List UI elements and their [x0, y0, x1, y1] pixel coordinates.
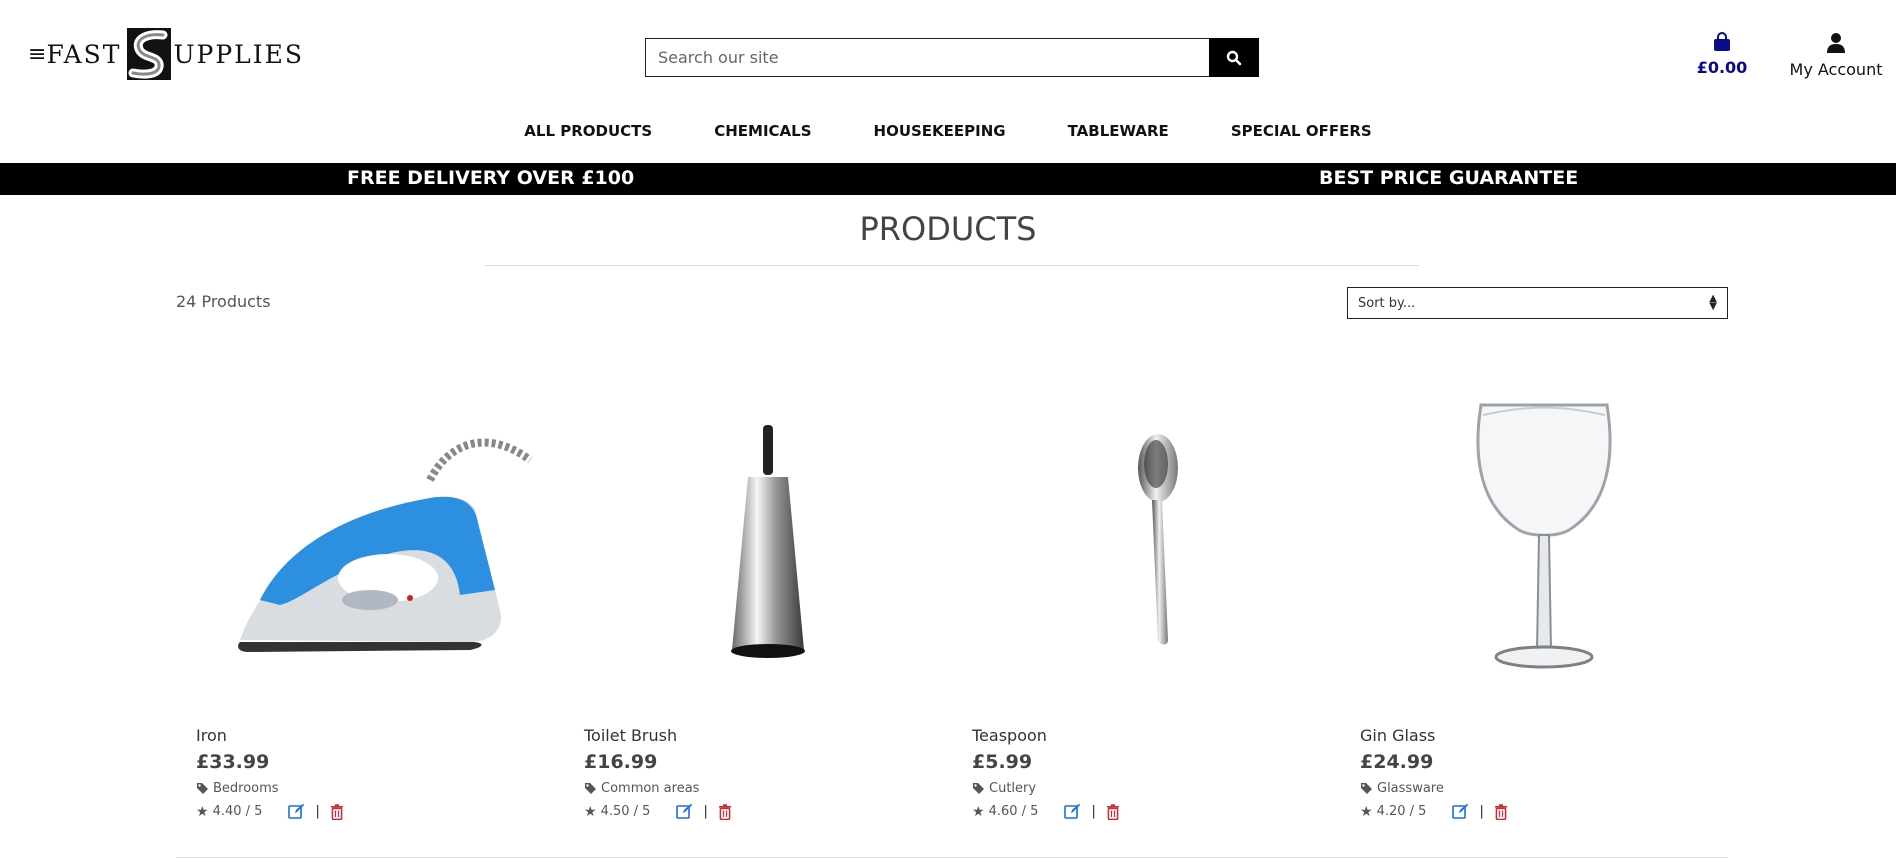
product-meta: ★ 4.60 / 5 | [972, 803, 1340, 820]
speed-lines-icon: ≡ [28, 41, 46, 67]
product-image-teaspoon[interactable] [972, 380, 1340, 700]
promo-price-guarantee: BEST PRICE GUARANTEE [1319, 167, 1579, 189]
tag-icon [1361, 783, 1372, 794]
cart-button[interactable]: £0.00 [1695, 32, 1749, 77]
product-card[interactable]: Toilet Brush £16.99 Common areas ★ 4.50 … [564, 380, 952, 820]
tag-icon [973, 783, 984, 794]
star-icon: ★ [196, 803, 209, 820]
nav-housekeeping[interactable]: HOUSEKEEPING [843, 122, 1037, 140]
star-icon: ★ [972, 803, 985, 820]
product-name[interactable]: Teaspoon [972, 726, 1340, 745]
product-rating: 4.60 / 5 [988, 804, 1039, 819]
product-price: £33.99 [196, 751, 270, 773]
search-input[interactable] [645, 38, 1209, 77]
cart-total: £0.00 [1696, 58, 1748, 77]
nav-chemicals[interactable]: CHEMICALS [683, 122, 842, 140]
product-meta: ★ 4.20 / 5 | [1360, 803, 1728, 820]
nav-tableware[interactable]: TABLEWARE [1037, 122, 1200, 140]
product-name[interactable]: Iron [196, 726, 564, 745]
product-meta: ★ 4.40 / 5 | [196, 803, 564, 820]
nav-special-offers[interactable]: SPECIAL OFFERS [1200, 122, 1403, 140]
star-icon: ★ [584, 803, 597, 820]
page-title: PRODUCTS [859, 210, 1037, 248]
main-nav: ALL PRODUCTS CHEMICALS HOUSEKEEPING TABL… [0, 122, 1896, 140]
trash-icon[interactable] [1494, 803, 1508, 820]
tag-icon [585, 783, 596, 794]
product-grid: Iron £33.99 Bedrooms ★ 4.40 / 5 | Toilet… [176, 380, 1728, 820]
product-rating: 4.50 / 5 [600, 804, 651, 819]
separator: | [1091, 804, 1096, 819]
star-icon: ★ [1360, 803, 1373, 820]
sort-select[interactable]: Sort by... ▲ ▼ [1347, 287, 1728, 319]
separator: | [1479, 804, 1484, 819]
edit-icon[interactable] [1452, 803, 1469, 820]
product-card[interactable]: Gin Glass £24.99 Glassware ★ 4.20 / 5 | [1340, 380, 1728, 820]
product-card[interactable]: Iron £33.99 Bedrooms ★ 4.40 / 5 | [176, 380, 564, 820]
logo-text-right: UPPLIES [173, 39, 305, 69]
product-price: £5.99 [972, 751, 1033, 773]
product-price: £16.99 [584, 751, 658, 773]
product-category[interactable]: Common areas [584, 781, 952, 796]
trash-icon[interactable] [330, 803, 344, 820]
separator: | [703, 804, 708, 819]
title-divider [484, 265, 1419, 266]
site-header: ≡ FAST UPPLIES £0.00 My Ac [0, 0, 1896, 108]
logo-text-left: FAST [46, 39, 122, 69]
product-card[interactable]: Teaspoon £5.99 Cutlery ★ 4.60 / 5 | [952, 380, 1340, 820]
product-category-label: Glassware [1377, 781, 1444, 796]
product-count: 24 Products [176, 292, 271, 311]
product-name[interactable]: Gin Glass [1360, 726, 1728, 745]
promo-free-delivery: FREE DELIVERY OVER £100 [347, 167, 635, 189]
product-category[interactable]: Bedrooms [196, 781, 564, 796]
product-image-toilet-brush[interactable] [584, 380, 952, 700]
search-button[interactable] [1209, 38, 1259, 77]
edit-icon[interactable] [676, 803, 693, 820]
product-category[interactable]: Cutlery [972, 781, 1340, 796]
sort-arrows-icon: ▲ ▼ [1709, 293, 1717, 312]
product-name[interactable]: Toilet Brush [584, 726, 952, 745]
sort-label: Sort by... [1358, 295, 1416, 311]
site-search [645, 38, 1259, 77]
separator: | [315, 804, 320, 819]
product-meta: ★ 4.50 / 5 | [584, 803, 952, 820]
edit-icon[interactable] [1064, 803, 1081, 820]
product-category-label: Bedrooms [213, 781, 279, 796]
account-button[interactable]: My Account [1786, 32, 1886, 79]
product-category-label: Cutlery [989, 781, 1037, 796]
product-image-iron[interactable] [196, 380, 564, 700]
logo-s-mark [127, 28, 172, 80]
product-image-gin-glass[interactable] [1360, 380, 1728, 700]
user-icon [1827, 33, 1845, 53]
trash-icon[interactable] [718, 803, 732, 820]
site-logo[interactable]: ≡ FAST UPPLIES [28, 26, 302, 82]
search-icon [1226, 50, 1242, 65]
edit-icon[interactable] [288, 803, 305, 820]
promo-bar: FREE DELIVERY OVER £100 BEST PRICE GUARA… [0, 163, 1896, 195]
product-rating: 4.20 / 5 [1376, 804, 1427, 819]
shopping-bag-icon [1714, 32, 1730, 51]
tag-icon [197, 783, 208, 794]
product-rating: 4.40 / 5 [212, 804, 263, 819]
product-price: £24.99 [1360, 751, 1434, 773]
nav-all-products[interactable]: ALL PRODUCTS [493, 122, 683, 140]
account-label: My Account [1789, 60, 1883, 79]
product-category-label: Common areas [601, 781, 700, 796]
product-category[interactable]: Glassware [1360, 781, 1728, 796]
trash-icon[interactable] [1106, 803, 1120, 820]
